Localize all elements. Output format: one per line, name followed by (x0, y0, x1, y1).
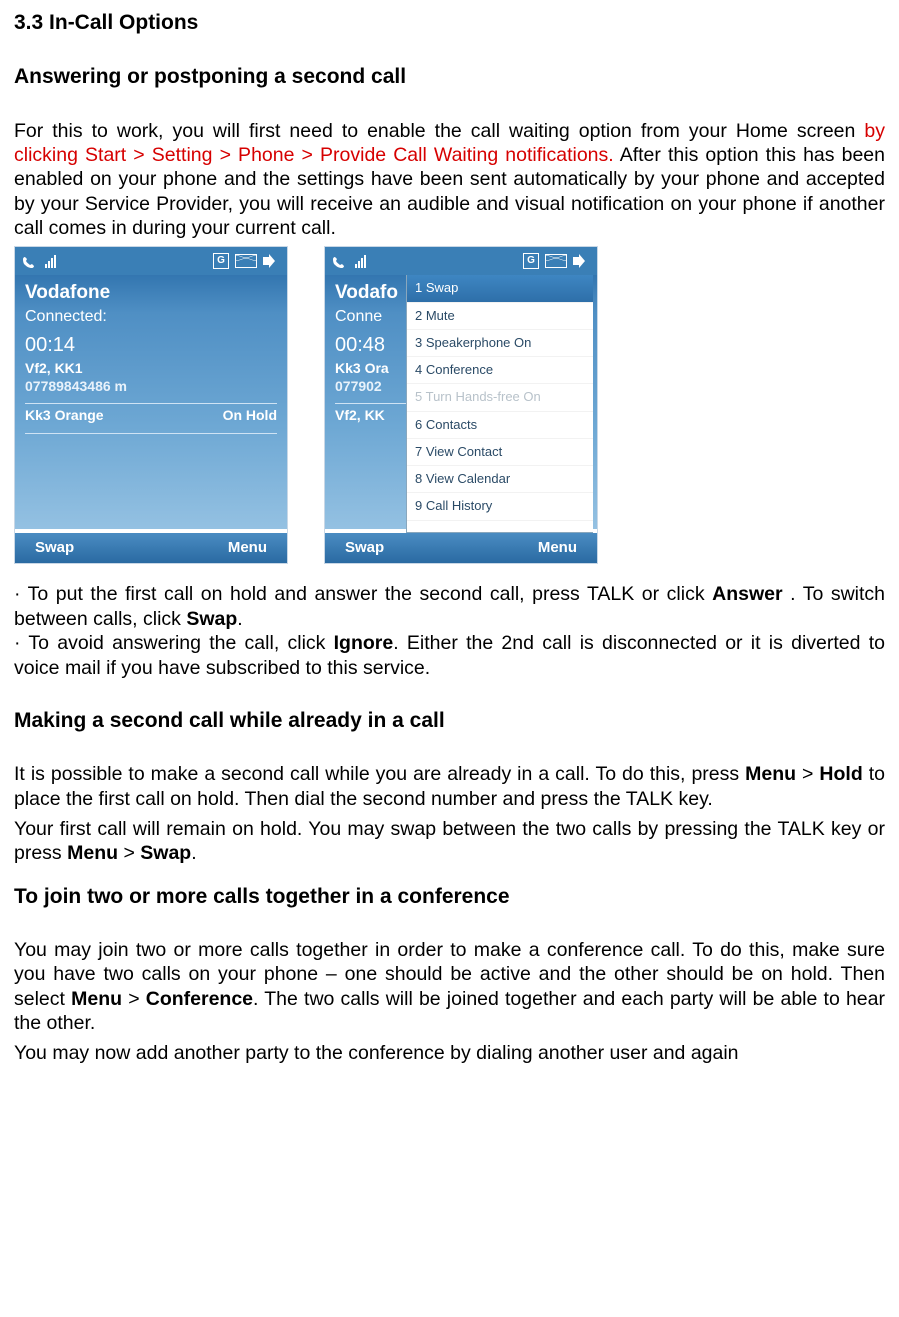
bullet-1: · To put the first call on hold and answ… (14, 582, 885, 631)
text: · To put the first call on hold and answ… (14, 583, 712, 605)
bold-conference: Conference (146, 988, 253, 1010)
text: For this to work, you will first need to… (14, 120, 864, 142)
status-label: Connected: (25, 307, 277, 327)
menu-item-call-history[interactable]: 9 Call History (407, 493, 593, 520)
heading-answering: Answering or postponing a second call (14, 64, 885, 90)
phone-icon (331, 253, 349, 269)
text: . (237, 608, 242, 630)
status-bar: G (15, 247, 287, 275)
paragraph-conference-1: You may join two or more calls together … (14, 938, 885, 1036)
timer-label: 00:48 (335, 333, 411, 358)
paragraph-second-call-1: It is possible to make a second call whi… (14, 762, 885, 811)
number-label: 077902 (335, 378, 411, 396)
phone-screenshot-1: G Vodafone Connected: 00:14 Vf2, KK1 077… (14, 246, 288, 564)
paragraph-callwaiting: For this to work, you will first need to… (14, 119, 885, 241)
status-label: Conne (335, 307, 411, 327)
bold-menu: Menu (67, 842, 118, 864)
gprs-icon: G (523, 253, 539, 269)
hold-name: Kk3 Orange (25, 407, 104, 425)
menu-item-speakerphone-on[interactable]: 3 Speakerphone On (407, 330, 593, 357)
bullet-2: · To avoid answering the call, click Ign… (14, 631, 885, 680)
speaker-icon (263, 254, 281, 268)
bold-answer: Answer (712, 583, 782, 605)
menu-item-view-contact[interactable]: 7 View Contact (407, 439, 593, 466)
softkey-right[interactable]: Menu (228, 539, 267, 558)
hold-name: Vf2, KK (335, 407, 385, 425)
text: > (122, 988, 146, 1010)
screenshot-row: G Vodafone Connected: 00:14 Vf2, KK1 077… (14, 246, 885, 564)
bold-menu: Menu (745, 763, 796, 785)
menu-item-view-calendar[interactable]: 8 View Calendar (407, 466, 593, 493)
caller-label: Kk3 Ora (335, 360, 411, 378)
text: You may now add another party to the con… (14, 1042, 739, 1064)
menu-item-conference[interactable]: 4 Conference (407, 357, 593, 384)
menu-item-turn-hands-free-on: 5 Turn Hands-free On (407, 384, 593, 411)
number-label: 07789843486 m (25, 378, 277, 396)
menu-popup: 1 Swap2 Mute3 Speakerphone On4 Conferenc… (406, 275, 593, 533)
text: It is possible to make a second call whi… (14, 763, 745, 785)
bold-hold: Hold (819, 763, 862, 785)
text: > (796, 763, 819, 785)
menu-item-mute[interactable]: 2 Mute (407, 303, 593, 330)
carrier-label: Vodafo (335, 281, 411, 305)
heading-section: 3.3 In-Call Options (14, 10, 885, 36)
caller-label: Vf2, KK1 (25, 360, 277, 378)
carrier-label: Vodafone (25, 281, 277, 305)
call-body: Vodafone Connected: 00:14 Vf2, KK1 07789… (15, 275, 287, 529)
softkey-right[interactable]: Menu (538, 539, 577, 558)
signal-icon (45, 254, 56, 268)
menu-item-contacts[interactable]: 6 Contacts (407, 412, 593, 439)
gprs-icon: G (213, 253, 229, 269)
text: > (118, 842, 140, 864)
softkey-bar: Swap Menu (325, 533, 597, 563)
status-bar: G (325, 247, 597, 275)
phone-icon (21, 253, 39, 269)
paragraph-conference-2: You may now add another party to the con… (14, 1041, 885, 1065)
softkey-left[interactable]: Swap (35, 539, 74, 558)
paragraph-second-call-2: Your first call will remain on hold. You… (14, 817, 885, 866)
text: . (191, 842, 196, 864)
bold-swap: Swap (140, 842, 191, 864)
heading-conference: To join two or more calls together in a … (14, 884, 885, 910)
hold-status: On Hold (223, 407, 277, 425)
softkey-left[interactable]: Swap (345, 539, 384, 558)
signal-icon (355, 254, 366, 268)
softkey-bar: Swap Menu (15, 533, 287, 563)
timer-label: 00:14 (25, 333, 277, 358)
message-icon (545, 254, 567, 268)
text: · To avoid answering the call, click (14, 632, 334, 654)
bold-ignore: Ignore (334, 632, 394, 654)
bold-menu: Menu (71, 988, 122, 1010)
message-icon (235, 254, 257, 268)
speaker-icon (573, 254, 591, 268)
phone-screenshot-2: G Vodafo Conne 00:48 Kk3 Ora 077902 Vf2,… (324, 246, 598, 564)
heading-second-call: Making a second call while already in a … (14, 708, 885, 734)
menu-item-swap[interactable]: 1 Swap (407, 275, 593, 302)
bold-swap: Swap (186, 608, 237, 630)
